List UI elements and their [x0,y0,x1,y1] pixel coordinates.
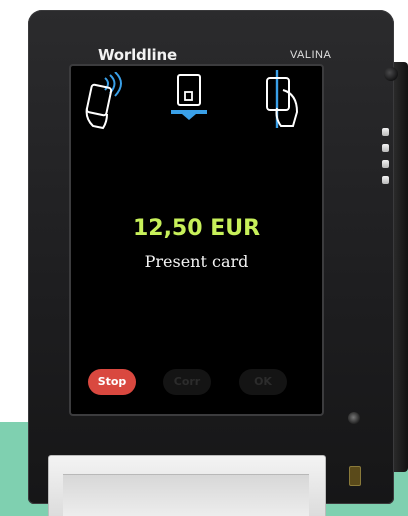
card-slot[interactable] [48,455,326,516]
usb-port [349,466,361,486]
light-sensor [348,412,360,424]
payment-amount: 12,50 EUR [132,216,261,241]
swipe-card-icon [266,70,299,128]
card-slot-opening [63,474,309,516]
stop-button[interactable]: Stop [88,369,136,395]
corr-button[interactable]: Corr [163,369,211,395]
status-led [382,128,389,136]
terminal-photo: Worldline VALINA 12,50 EUR Present card … [0,0,408,516]
status-leds [382,128,392,192]
device-side-edge [394,62,408,472]
insert-card-chip-icon [171,74,207,120]
terminal-screen: 12,50 EUR Present card Stop Corr OK [69,64,324,416]
contactless-card-icon [85,72,122,130]
status-led [382,144,389,152]
camera-icon [384,67,398,81]
model-label: VALINA [290,49,332,61]
status-led [382,176,389,184]
brand-logo: Worldline [98,46,177,64]
present-card-prompt: Present card [144,252,249,271]
ok-button[interactable]: OK [239,369,287,395]
status-led [382,160,389,168]
